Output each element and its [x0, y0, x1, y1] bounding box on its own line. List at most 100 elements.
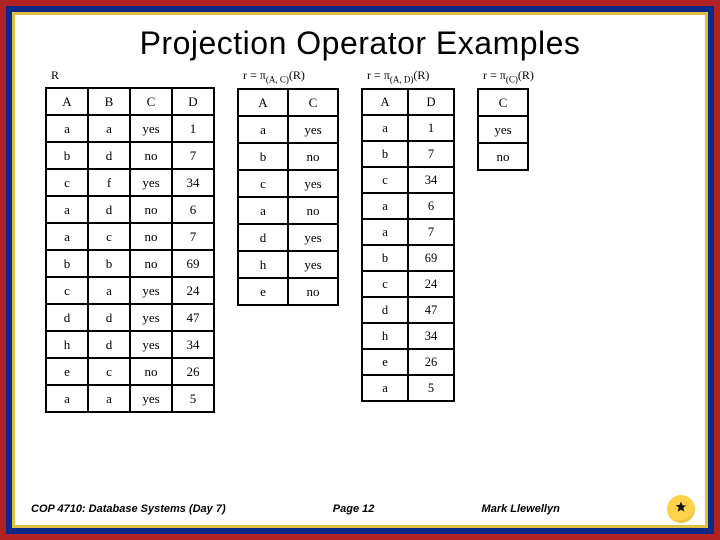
table-row: dyes: [238, 224, 338, 251]
table-cell: b: [362, 141, 408, 167]
table-cell: 5: [408, 375, 454, 401]
table-row: bbno69: [46, 250, 214, 277]
table-cell: 47: [172, 304, 214, 331]
block-AC: r = π(A, C)(R) ACayesbnocyesanodyeshyese…: [237, 68, 339, 306]
table-row: e26: [362, 349, 454, 375]
table-row: a7: [362, 219, 454, 245]
table-cell: no: [478, 143, 528, 170]
table-cell: no: [288, 197, 338, 224]
table-cell: 34: [408, 323, 454, 349]
table-row: aayes1: [46, 115, 214, 142]
table-cell: 7: [408, 141, 454, 167]
table-header: A: [46, 88, 88, 115]
block-C: r = π(C)(R) Cyesno: [477, 68, 534, 171]
table-cell: no: [288, 278, 338, 305]
table-cell: a: [362, 375, 408, 401]
table-cell: 7: [408, 219, 454, 245]
table-cell: 24: [408, 271, 454, 297]
frame-outer: Projection Operator Examples R ABCDaayes…: [0, 0, 720, 540]
table-cell: e: [46, 358, 88, 385]
table-cell: a: [88, 115, 130, 142]
table-cell: b: [88, 250, 130, 277]
table-row: b7: [362, 141, 454, 167]
table-row: ano: [238, 197, 338, 224]
table-row: bno: [238, 143, 338, 170]
table-cell: c: [362, 271, 408, 297]
table-cell: no: [130, 358, 172, 385]
table-cell: yes: [130, 304, 172, 331]
caption-AC: r = π(A, C)(R): [243, 68, 305, 84]
table-row: ayes: [238, 116, 338, 143]
table-row: a6: [362, 193, 454, 219]
table-row: c24: [362, 271, 454, 297]
caption-R: R: [51, 68, 59, 83]
table-header: D: [408, 89, 454, 115]
table-cell: 6: [408, 193, 454, 219]
table-cell: a: [362, 193, 408, 219]
table-header: C: [130, 88, 172, 115]
table-row: a1: [362, 115, 454, 141]
table-cell: yes: [478, 116, 528, 143]
table-cell: yes: [288, 170, 338, 197]
table-AC: ACayesbnocyesanodyeshyeseno: [237, 88, 339, 306]
table-row: eno: [238, 278, 338, 305]
table-cell: a: [88, 385, 130, 412]
table-cell: d: [88, 142, 130, 169]
content-area: R ABCDaayes1bdno7cfyes34adno6acno7bbno69…: [15, 68, 705, 491]
block-R: R ABCDaayes1bdno7cfyes34adno6acno7bbno69…: [45, 68, 215, 413]
table-cell: d: [88, 331, 130, 358]
footer-right: Mark Llewellyn: [482, 503, 560, 515]
table-cell: b: [46, 142, 88, 169]
table-row: hyes: [238, 251, 338, 278]
table-header: A: [362, 89, 408, 115]
table-row: cfyes34: [46, 169, 214, 196]
table-row: a5: [362, 375, 454, 401]
footer: COP 4710: Database Systems (Day 7) Page …: [15, 491, 705, 525]
table-cell: a: [238, 197, 288, 224]
table-cell: yes: [288, 251, 338, 278]
table-cell: c: [88, 223, 130, 250]
table-cell: 7: [172, 142, 214, 169]
table-cell: b: [238, 143, 288, 170]
table-cell: 69: [408, 245, 454, 271]
table-cell: c: [362, 167, 408, 193]
table-cell: 34: [408, 167, 454, 193]
table-cell: a: [88, 277, 130, 304]
table-cell: a: [238, 116, 288, 143]
table-header: D: [172, 88, 214, 115]
table-cell: c: [238, 170, 288, 197]
table-cell: f: [88, 169, 130, 196]
table-row: cayes24: [46, 277, 214, 304]
table-cell: 69: [172, 250, 214, 277]
table-cell: h: [238, 251, 288, 278]
table-cell: c: [88, 358, 130, 385]
table-header: C: [478, 89, 528, 116]
table-cell: no: [130, 196, 172, 223]
table-cell: 1: [172, 115, 214, 142]
table-cell: yes: [130, 385, 172, 412]
table-cell: 26: [408, 349, 454, 375]
frame-mid: Projection Operator Examples R ABCDaayes…: [6, 6, 714, 534]
table-row: d47: [362, 297, 454, 323]
table-cell: no: [130, 142, 172, 169]
table-cell: 34: [172, 331, 214, 358]
table-cell: e: [238, 278, 288, 305]
table-AD: ADa1b7c34a6a7b69c24d47h34e26a5: [361, 88, 455, 402]
table-cell: d: [362, 297, 408, 323]
table-cell: no: [130, 223, 172, 250]
table-row: hdyes34: [46, 331, 214, 358]
footer-left: COP 4710: Database Systems (Day 7): [31, 503, 226, 515]
table-cell: d: [88, 304, 130, 331]
table-cell: d: [46, 304, 88, 331]
table-cell: 1: [408, 115, 454, 141]
table-cell: 34: [172, 169, 214, 196]
table-cell: a: [46, 223, 88, 250]
slide: Projection Operator Examples R ABCDaayes…: [15, 15, 705, 525]
table-header: A: [238, 89, 288, 116]
table-cell: a: [46, 115, 88, 142]
table-cell: yes: [288, 116, 338, 143]
logo-icon: [667, 495, 695, 523]
table-cell: a: [46, 385, 88, 412]
table-cell: a: [362, 115, 408, 141]
table-cell: yes: [130, 169, 172, 196]
